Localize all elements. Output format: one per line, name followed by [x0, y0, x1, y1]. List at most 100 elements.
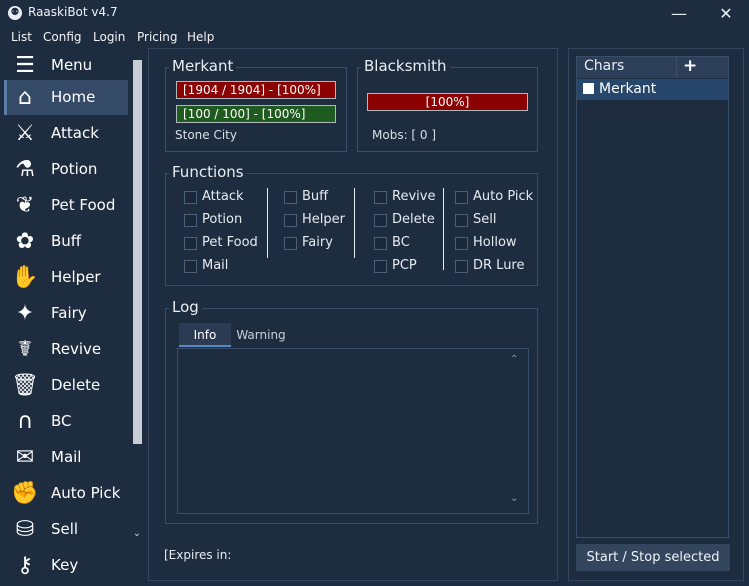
- grab-hand-icon: ✊: [11, 481, 39, 506]
- arch-icon: ∩: [16, 409, 34, 434]
- chars-title: Chars: [584, 58, 625, 74]
- log-textarea[interactable]: [177, 348, 529, 514]
- sell-checkbox[interactable]: [455, 214, 468, 227]
- checkbox-label: PCP: [392, 258, 417, 273]
- coins-icon: ⛁: [15, 517, 35, 542]
- checkbox-label: Pet Food: [202, 235, 258, 250]
- sidebar-item-mail[interactable]: ✉ Mail: [4, 440, 128, 475]
- buff-checkbox[interactable]: [284, 191, 297, 204]
- sidebar-item-delete[interactable]: 🗑 Delete: [4, 368, 128, 403]
- mail-icon: ✉: [15, 445, 35, 470]
- sidebar-item-buff[interactable]: ✿ Buff: [4, 224, 128, 259]
- tab-info[interactable]: Info: [179, 323, 231, 347]
- sidebar-item-label: Key: [51, 556, 79, 574]
- checkbox-label: Delete: [392, 212, 435, 227]
- sidebar-item-attack[interactable]: ⚔ Attack: [4, 116, 128, 151]
- sword-icon: ⚔: [15, 121, 35, 146]
- pet-food-checkbox[interactable]: [184, 237, 197, 250]
- mp-bar-text: [100 / 100] - [100%]: [183, 107, 306, 121]
- sidebar-item-label: Delete: [51, 376, 101, 394]
- tab-warning[interactable]: Warning: [233, 323, 289, 347]
- sidebar-item-sell[interactable]: ⛁ Sell: [4, 512, 128, 547]
- home-icon: ⌂: [18, 85, 32, 110]
- sidebar-item-label: Menu: [51, 56, 93, 74]
- sidebar-item-label: Auto Pick: [51, 484, 121, 502]
- app-logo-icon: ⚉: [8, 6, 22, 20]
- handshake-icon: ✋: [11, 265, 39, 290]
- expires-text: [Expires in:: [164, 548, 232, 562]
- checkbox-label: Buff: [302, 189, 329, 204]
- sidebar-item-label: Home: [51, 88, 96, 106]
- sidebar-item-menu[interactable]: ☰ Menu: [4, 48, 128, 83]
- buff-icon: ✿: [15, 229, 35, 254]
- hp-bar-text: [1904 / 1904] - [100%]: [183, 83, 321, 97]
- checkbox-label: Hollow: [473, 235, 517, 250]
- sidebar-item-label: Sell: [51, 520, 79, 538]
- dr-lure-checkbox[interactable]: [455, 260, 468, 273]
- mp-bar: [100 / 100] - [100%]: [176, 105, 336, 123]
- chars-header: Chars +: [577, 56, 728, 78]
- hp-bar: [1904 / 1904] - [100%]: [176, 81, 336, 99]
- sidebar-item-home[interactable]: ⌂ Home: [4, 80, 128, 115]
- log-scroll-up-button[interactable]: ⌃: [510, 354, 518, 365]
- sidebar-item-label: Revive: [51, 340, 102, 358]
- sidebar: ☰ Menu ⌂ Home ⚔ Attack ⚗ Potion ❦ Pet Fo…: [0, 48, 146, 586]
- delete-checkbox[interactable]: [374, 214, 387, 227]
- auto-pick-checkbox[interactable]: [455, 191, 468, 204]
- fairy-icon: ✦: [15, 301, 35, 326]
- mail-checkbox[interactable]: [184, 260, 197, 273]
- sidebar-item-potion[interactable]: ⚗ Potion: [4, 152, 128, 187]
- char-name: Merkant: [599, 81, 657, 97]
- add-char-button[interactable]: +: [683, 56, 697, 76]
- hollow-checkbox[interactable]: [455, 237, 468, 250]
- sidebar-item-pet-food[interactable]: ❦ Pet Food: [4, 188, 128, 223]
- checkbox-label: Helper: [302, 212, 345, 227]
- sidebar-item-bc[interactable]: ∩ BC: [4, 404, 128, 439]
- menu-help[interactable]: Help: [187, 30, 214, 44]
- char-row-merkant[interactable]: Merkant: [577, 79, 728, 100]
- menu-pricing[interactable]: Pricing: [137, 30, 177, 44]
- hamburger-icon: ☰: [15, 53, 35, 78]
- potion-checkbox[interactable]: [184, 214, 197, 227]
- checkbox-label: BC: [392, 235, 410, 250]
- window-title: RaaskiBot v4.7: [28, 5, 118, 19]
- sidebar-item-revive[interactable]: ☤ Revive: [4, 332, 128, 367]
- sidebar-scrollbar-thumb[interactable]: [133, 60, 142, 444]
- sidebar-scroll-down-button[interactable]: ⌄: [131, 528, 143, 542]
- sidebar-item-auto-pick[interactable]: ✊ Auto Pick: [4, 476, 128, 511]
- checkbox-label: Fairy: [302, 235, 333, 250]
- fairy-checkbox[interactable]: [284, 237, 297, 250]
- blacksmith-bar-text: [100%]: [425, 95, 470, 109]
- caduceus-icon: ☤: [17, 337, 33, 362]
- menu-config[interactable]: Config: [43, 30, 82, 44]
- chars-list: [576, 56, 729, 538]
- blacksmith-bar: [100%]: [367, 93, 528, 111]
- potion-icon: ⚗: [15, 157, 35, 182]
- checkbox-label: Revive: [392, 189, 436, 204]
- minimize-button[interactable]: —: [656, 0, 702, 28]
- log-scroll-down-button[interactable]: ⌄: [510, 493, 518, 504]
- char-checkbox[interactable]: [583, 83, 594, 94]
- menu-bar: List Config Login Pricing Help: [0, 28, 749, 48]
- sidebar-item-label: Fairy: [51, 304, 87, 322]
- helper-checkbox[interactable]: [284, 214, 297, 227]
- menu-login[interactable]: Login: [93, 30, 125, 44]
- start-stop-button[interactable]: Start / Stop selected: [576, 544, 730, 571]
- checkbox-label: Sell: [473, 212, 497, 227]
- column-divider: [443, 188, 444, 270]
- checkbox-label: Mail: [202, 258, 229, 273]
- menu-list[interactable]: List: [11, 30, 32, 44]
- sidebar-item-helper[interactable]: ✋ Helper: [4, 260, 128, 295]
- checkbox-label: Auto Pick: [473, 189, 534, 204]
- sidebar-item-label: Potion: [51, 160, 98, 178]
- key-icon: ⚷: [16, 553, 34, 578]
- close-button[interactable]: ✕: [703, 0, 749, 28]
- bc-checkbox[interactable]: [374, 237, 387, 250]
- pcp-checkbox[interactable]: [374, 260, 387, 273]
- sidebar-item-fairy[interactable]: ✦ Fairy: [4, 296, 128, 331]
- attack-checkbox[interactable]: [184, 191, 197, 204]
- merkant-title: Merkant: [169, 57, 237, 75]
- revive-checkbox[interactable]: [374, 191, 387, 204]
- sidebar-item-label: BC: [51, 412, 72, 430]
- sidebar-item-key[interactable]: ⚷ Key: [4, 548, 128, 583]
